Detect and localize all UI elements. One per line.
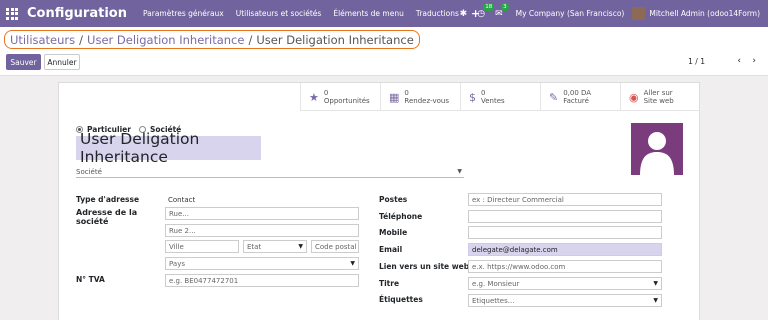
avatar-image[interactable] — [631, 123, 683, 175]
user-avatar[interactable] — [632, 7, 646, 20]
company-switcher[interactable]: My Company (San Francisco) — [516, 9, 625, 18]
breadcrumb: Utilisateurs / User Deligation Inheritan… — [4, 30, 420, 49]
chat-badge: 3 — [501, 2, 509, 11]
chat-icon[interactable]: ✉ 3 — [495, 2, 509, 19]
dollar-icon: $ — [469, 90, 476, 104]
address-type-value[interactable]: Contact — [165, 193, 285, 206]
control-panel: Utilisateurs / User Deligation Inheritan… — [0, 27, 768, 76]
tags-label: Étiquettes — [379, 295, 423, 304]
chevron-down-icon: ▼ — [653, 280, 658, 287]
opportunities-count: 0 — [323, 89, 329, 97]
activity-clock-icon[interactable]: ◷ 18 — [477, 2, 495, 19]
menu-general-settings[interactable]: Paramètres généraux — [143, 9, 224, 18]
opportunities-button[interactable]: ★ 0 Opportunités — [300, 83, 380, 111]
function-input[interactable]: ex : Directeur Commercial — [468, 193, 662, 206]
person-silhouette-icon — [640, 132, 674, 175]
parent-company-placeholder: Société — [76, 167, 102, 176]
title-select[interactable]: e.g. Monsieur ▼ — [468, 277, 662, 290]
vat-input[interactable]: e.g. BE0477472701 — [165, 274, 359, 287]
sales-label: Ventes — [481, 97, 505, 105]
save-button[interactable]: Sauver — [6, 54, 41, 70]
tags-placeholder: Etiquettes... — [472, 296, 515, 305]
globe-icon: ◉ — [629, 90, 639, 104]
calendar-icon: ▦ — [389, 90, 400, 104]
meetings-button[interactable]: ▦ 0 Rendez-vous — [380, 83, 460, 111]
website-link-label: Lien vers un site web — [379, 262, 470, 271]
breadcrumb-separator: / — [248, 32, 253, 47]
navbar-right: ✱ ◷ 18 ✉ 3 My Company (San Francisco) Mitc… — [455, 0, 768, 27]
opportunities-label: Opportunités — [323, 97, 370, 105]
vat-label: N° TVA — [76, 275, 105, 284]
phone-input[interactable] — [468, 210, 662, 223]
email-label: Email — [379, 245, 403, 254]
form-sheet: ★ 0 Opportunités ▦ 0 Rendez-vous $ 0 Ventes… — [58, 82, 700, 320]
pager-value[interactable]: 1 / 1 — [688, 57, 705, 66]
tags-select[interactable]: Etiquettes... ▼ — [468, 294, 662, 307]
function-label: Postes — [379, 195, 408, 204]
zip-input[interactable]: Code postal — [311, 240, 359, 253]
state-select[interactable]: Etat ▼ — [243, 240, 307, 253]
activity-badge: 18 — [483, 2, 495, 11]
city-input[interactable]: Ville — [165, 240, 239, 253]
meetings-count: 0 — [404, 89, 409, 97]
website-label: Site web — [643, 97, 674, 105]
top-navbar: Configuration Paramètres généraux Utilis… — [0, 0, 768, 27]
edit-icon: ✎ — [549, 90, 559, 104]
breadcrumb-record[interactable]: User Deligation Inheritance — [87, 33, 244, 47]
address-type-label: Type d'adresse — [76, 195, 140, 204]
invoiced-label: Facturé — [563, 97, 589, 105]
mobile-label: Mobile — [379, 228, 408, 237]
state-placeholder: Etat — [247, 242, 262, 251]
parent-company-select[interactable]: Société ▼ — [76, 166, 464, 178]
breadcrumb-users[interactable]: Utilisateurs — [10, 33, 75, 47]
smart-button-box: ★ 0 Opportunités ▦ 0 Rendez-vous $ 0 Ventes… — [300, 83, 700, 111]
sales-button[interactable]: $ 0 Ventes — [460, 83, 540, 111]
apps-menu-icon[interactable] — [6, 7, 20, 20]
breadcrumb-current: User Deligation Inheritance — [256, 32, 414, 47]
breadcrumb-separator: / — [79, 32, 84, 47]
chevron-down-icon: ▼ — [457, 168, 462, 175]
country-placeholder: Pays — [169, 259, 185, 268]
invoiced-amount: 0,00 DA — [563, 89, 592, 97]
website-button[interactable]: ◉ Aller sur Site web — [620, 83, 700, 111]
cancel-button[interactable]: Annuler — [44, 54, 80, 70]
chevron-down-icon: ▼ — [653, 297, 658, 304]
pager-next-icon[interactable]: › — [752, 56, 756, 66]
menu-users-companies[interactable]: Utilisateurs et sociétés — [236, 9, 322, 18]
mobile-input[interactable] — [468, 226, 662, 239]
phone-label: Téléphone — [379, 212, 423, 221]
pager-prev-icon[interactable]: ‹ — [737, 56, 741, 66]
title-placeholder: e.g. Monsieur — [472, 279, 520, 288]
country-select[interactable]: Pays ▼ — [165, 257, 359, 270]
bug-icon[interactable]: ✱ — [460, 9, 468, 19]
menu-menu-items[interactable]: Éléments de menu — [333, 9, 404, 18]
street2-input[interactable]: Rue 2... — [165, 224, 359, 237]
street-input[interactable]: Rue... — [165, 207, 359, 220]
invoiced-button[interactable]: ✎ 0,00 DA Facturé — [540, 83, 620, 111]
website-input[interactable]: e.x. https://www.odoo.com — [468, 260, 662, 273]
website-go-label: Aller sur — [643, 89, 673, 97]
email-input[interactable]: delegate@delagate.com — [468, 243, 662, 256]
menu-translations[interactable]: Traductions — [416, 9, 459, 18]
user-menu[interactable]: Mitchell Admin (odoo14Form) — [649, 9, 760, 18]
partner-name-input[interactable]: User Deligation Inheritance — [76, 130, 261, 166]
app-title[interactable]: Configuration — [27, 6, 127, 21]
chevron-down-icon: ▼ — [298, 243, 303, 250]
star-icon: ★ — [309, 90, 319, 104]
company-address-label: Adresse de la société — [76, 208, 138, 226]
chevron-down-icon: ▼ — [350, 260, 355, 267]
meetings-label: Rendez-vous — [404, 97, 449, 105]
title-label: Titre — [379, 279, 400, 288]
sales-count: 0 — [481, 89, 486, 97]
